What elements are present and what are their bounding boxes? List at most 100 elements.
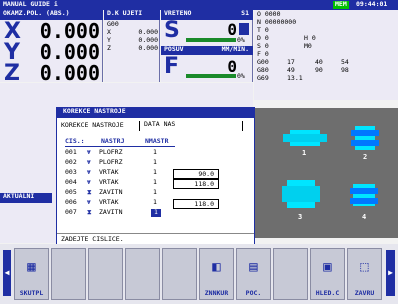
axis-x-value: 0.000 <box>39 19 100 43</box>
row-count: 1 <box>153 198 157 206</box>
softkey-poc[interactable]: ▤ POC. <box>236 248 271 300</box>
spindle-load-icon <box>239 23 249 35</box>
tap-icon: ⧗ <box>87 188 92 196</box>
tool-4-tip-b <box>350 198 378 204</box>
row-number: 005 <box>65 188 77 196</box>
row-angle: 118.0 <box>173 199 219 209</box>
clock: 09:44:01 <box>356 0 388 8</box>
softkey-empty-4[interactable] <box>125 248 160 300</box>
row-count: 1 <box>153 158 157 166</box>
axis-x-label: X <box>4 19 21 44</box>
gcode: 90 <box>315 66 323 74</box>
softkey-prev-arrow[interactable]: ◀ <box>3 250 11 296</box>
softkey-skutpl[interactable]: ▦ SKUTPL <box>14 248 49 300</box>
row-count: 1 <box>151 208 161 217</box>
tool-label-1: 1 <box>302 149 307 157</box>
app-title: MANUAL GUIDE i <box>3 0 58 8</box>
tool-1-tip <box>283 134 327 142</box>
row-tool-name: ZAVITN <box>99 208 123 216</box>
row-tool-name: PLOFRZ <box>99 158 123 166</box>
tool-offset-dialog: KOREKCE NASTROJE KOREKCE NASTROJE DATA N… <box>56 107 255 245</box>
softkey-empty-8[interactable] <box>273 248 308 300</box>
tool-preview: 1 2 3 4 <box>255 108 398 238</box>
softkey-label: POC. <box>245 289 262 297</box>
row-tool-name: VRTAK <box>99 178 119 186</box>
softkey-icon: ▤ <box>249 259 258 275</box>
row-tool-name: VRTAK <box>99 198 119 206</box>
row-tool-name: VRTAK <box>99 168 119 176</box>
dialog-tab-left[interactable]: KOREKCE NASTROJE <box>61 121 124 130</box>
softkey-label: SKUTPL <box>19 289 44 297</box>
col-header-num: CIS.: <box>65 137 85 145</box>
softkey-zavru[interactable]: ⬚ ZAVRU <box>347 248 382 300</box>
drill-icon: ⩔ <box>87 168 91 176</box>
row-tool-name: ZAVITN <box>99 188 123 196</box>
feed-percent: 0% <box>237 72 245 80</box>
axis-y-value: 0.000 <box>39 40 100 64</box>
softkey-next-arrow[interactable]: ▶ <box>386 250 395 296</box>
softkey-empty-3[interactable] <box>88 248 123 300</box>
feed-load-bar <box>186 74 236 78</box>
softkey-icon: ◧ <box>212 259 221 275</box>
softkey-label: ZNNKUR <box>204 289 229 297</box>
position-panel: OKAMZ.POL. (ABS.) X 0.000 Y 0.000 Z 0.00… <box>0 9 103 86</box>
tap-icon: ⧗ <box>87 208 92 216</box>
distance-z-value: 0.000 <box>138 44 158 52</box>
row-angle: 118.0 <box>173 179 219 189</box>
softkey-empty-2[interactable] <box>51 248 86 300</box>
softkey-icon: ▣ <box>323 259 332 275</box>
softkey-znnkur[interactable]: ◧ ZNNKUR <box>199 248 234 300</box>
spindle-panel: VRETENO S1 S 0 0% POSUV MM/MIN. F 0 0% <box>161 9 253 82</box>
distance-z-axis: Z <box>107 44 111 52</box>
row-number: 002 <box>65 158 77 166</box>
axis-z-value: 0.000 <box>39 61 100 85</box>
modal-info-panel: O 0000 N 00000000 T 0 D 0 H 0 S 0 M0 F 0… <box>254 10 398 100</box>
softkey-icon: ⬚ <box>360 259 369 275</box>
row-count: 1 <box>153 188 157 196</box>
axis-z-label: Z <box>4 61 20 86</box>
distance-to-go-panel: D.K UJETI G00 X 0.000 Y 0.000 Z 0.000 <box>104 9 160 82</box>
softkey-label: ZAVRU <box>354 289 375 297</box>
spindle-s-value: 0 <box>227 20 237 39</box>
tab-right-label: DATA NAS <box>144 120 176 128</box>
row-number: 006 <box>65 198 77 206</box>
tool-label-4: 4 <box>362 213 367 221</box>
spindle-percent: 0% <box>237 36 245 44</box>
spindle-title-text: VRETENO <box>164 9 192 17</box>
gcode: 98 <box>341 66 349 74</box>
softkey-hledc[interactable]: ▣ HLED.C <box>310 248 345 300</box>
feed-title-text: POSUV <box>164 45 184 53</box>
prompt-divider <box>57 233 254 234</box>
feed-f-label: F <box>164 54 180 79</box>
row-count: 1 <box>153 168 157 176</box>
gcode: G69 <box>257 74 269 82</box>
mode-badge: MEM <box>333 0 349 9</box>
spindle-slot: S1 <box>241 9 249 17</box>
distance-title: D.K UJETI <box>104 9 160 20</box>
col-header-tool: NASTRJ <box>101 137 125 145</box>
tool-label-3: 3 <box>298 213 303 221</box>
tool-4-tip <box>350 188 378 194</box>
row-number: 001 <box>65 148 77 156</box>
table-row[interactable]: 007 ⧗ ZAVITN 1 <box>65 208 245 219</box>
row-number: 003 <box>65 168 77 176</box>
program-m: M0 <box>304 42 312 50</box>
feed-unit: MM/MIN. <box>221 45 249 53</box>
drill-icon: ⩔ <box>87 148 91 156</box>
dialog-tab-right[interactable]: DATA NAS <box>139 120 243 131</box>
row-angle: 90.0 <box>173 169 219 179</box>
spindle-s-label: S <box>164 18 180 43</box>
softkey-label: HLED.C <box>315 289 340 297</box>
tool-2-tip-b <box>351 140 379 146</box>
tool-label-2: 2 <box>363 153 368 161</box>
row-tool-name: PLOFRZ <box>99 148 123 156</box>
dialog-title: KOREKCE NASTROJE <box>57 107 254 118</box>
row-count: 1 <box>153 148 157 156</box>
gcode: 13.1 <box>287 74 303 82</box>
softkey-icon: ▦ <box>27 259 36 275</box>
aktualni-label[interactable]: AKTUALNI <box>0 192 52 203</box>
col-header-count: NMASTR <box>145 137 169 145</box>
spindle-load-bar <box>186 38 236 42</box>
softkey-empty-5[interactable] <box>162 248 197 300</box>
input-prompt: ZADEJTE CISLICE. <box>61 235 124 243</box>
